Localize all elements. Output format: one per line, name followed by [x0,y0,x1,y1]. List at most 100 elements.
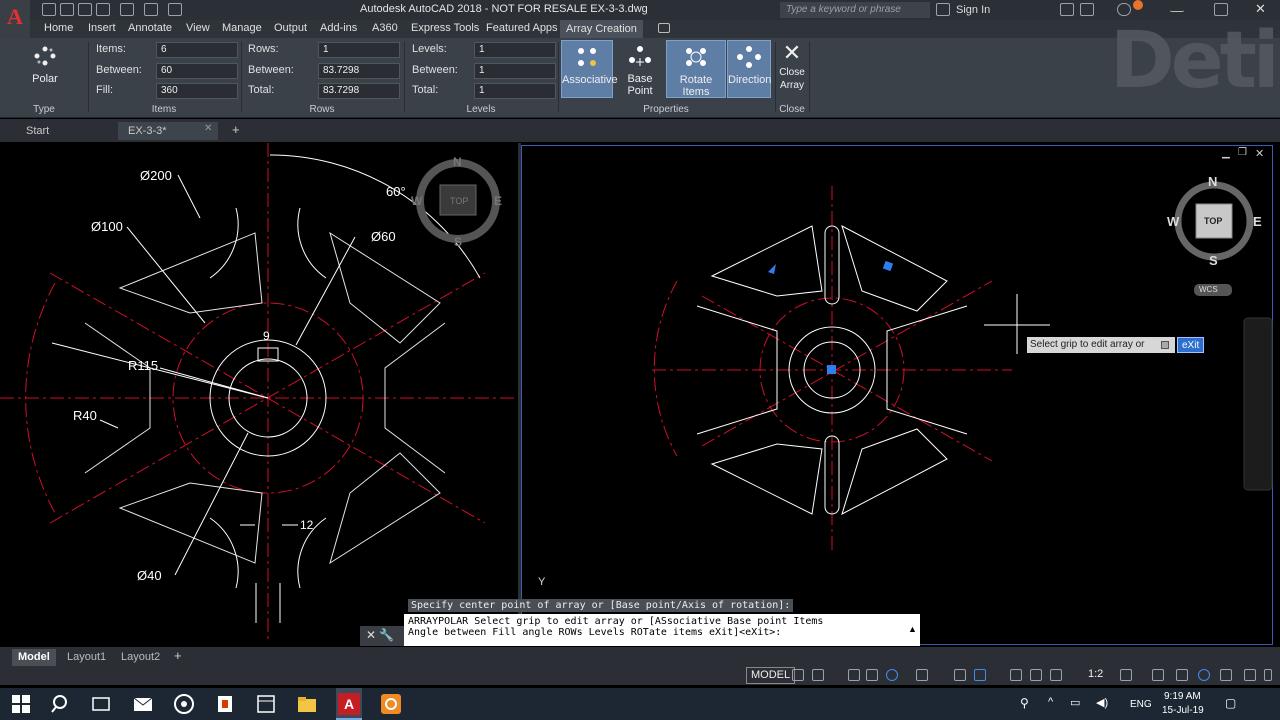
save-icon[interactable] [78,3,92,16]
isodraft-icon[interactable] [916,669,928,681]
left-viewport[interactable]: Ø200 Ø100 Ø60 Ø40 R115 R40 9 12 60° N W … [0,143,518,643]
tab-home[interactable]: Home [44,22,73,34]
right-viewcube-west[interactable]: W [1167,214,1179,229]
associative-button[interactable]: Associative [561,40,618,98]
file-tab-start[interactable]: Start [16,122,59,140]
rotate-items-button[interactable]: Rotate Items [666,40,726,98]
sign-in-button[interactable]: Sign In [956,4,990,16]
exchange-icon[interactable] [1060,3,1074,16]
tooltip-options-icon[interactable] [1161,341,1169,349]
grid-icon[interactable] [792,669,804,681]
isolate-objects-icon[interactable] [1198,669,1210,681]
annotation-scale[interactable]: 1:2 [1088,668,1103,680]
auto-scale-icon[interactable] [1050,669,1062,681]
right-viewport[interactable]: ▁ ❐ ✕ N W E S TOP WCS Y [521,145,1273,645]
navigation-bar[interactable] [1244,318,1272,490]
command-history-arrow-icon[interactable]: ▲ [908,624,917,634]
base-point-button[interactable]: Base Point [615,40,665,98]
items-count-field[interactable]: 6 [156,42,238,58]
items-fill-field[interactable]: 360 [156,83,238,99]
left-viewcube-top[interactable]: TOP [450,196,468,206]
lineweight-icon[interactable] [1010,669,1022,681]
plot-icon[interactable] [120,3,134,16]
file-explorer-icon[interactable] [296,693,318,715]
undo-icon[interactable] [144,3,158,16]
close-command-icon[interactable]: ✕ [366,628,376,642]
left-viewcube-west[interactable]: W [411,194,422,208]
input-language[interactable]: ENG [1130,699,1152,710]
binoculars-icon[interactable] [936,3,950,16]
layout-tab-model[interactable]: Model [12,649,56,666]
save-as-icon[interactable] [96,3,110,16]
units-icon[interactable] [1176,669,1188,681]
layout-tab-layout1[interactable]: Layout1 [61,649,112,666]
annotation-visibility-icon[interactable] [1030,669,1042,681]
recorder-icon[interactable] [380,693,402,715]
new-tab-icon[interactable]: + [232,122,240,137]
clock-date[interactable]: 15-Jul-19 [1162,705,1204,716]
media-player-icon[interactable] [214,693,236,715]
object-snap-tracking-icon[interactable] [954,669,966,681]
right-viewcube-top[interactable]: TOP [1204,216,1222,226]
help-icon[interactable] [1117,3,1131,16]
levels-count-field[interactable]: 1 [474,42,556,58]
snap-icon[interactable] [812,669,824,681]
layout-tab-layout2[interactable]: Layout2 [115,649,166,666]
command-line[interactable]: ARRAYPOLAR Select grip to edit array or … [404,614,920,646]
close-tab-icon[interactable]: ✕ [204,123,212,134]
calendar-app-icon[interactable] [255,693,277,715]
polar-button[interactable]: Polar [24,40,66,98]
tab-add-ins[interactable]: Add-ins [320,22,357,34]
search-input[interactable]: Type a keyword or phrase [780,2,930,18]
command-line-controls[interactable]: ✕ 🔧 [360,626,404,646]
tab-express-tools[interactable]: Express Tools [411,22,479,34]
annotation-monitor-icon[interactable] [1152,669,1164,681]
right-viewcube-east[interactable]: E [1253,214,1262,229]
levels-total-field[interactable]: 1 [474,83,556,99]
exit-option[interactable]: eXit [1177,337,1205,353]
autocad-taskbar-button[interactable]: A [336,688,362,720]
left-viewcube-north[interactable]: N [453,155,462,169]
customize-icon[interactable]: 🔧 [379,628,394,642]
clean-screen-icon[interactable] [1244,669,1256,681]
action-center-icon[interactable]: ▢ [1225,696,1236,710]
tab-insert[interactable]: Insert [88,22,116,34]
rows-panel-label[interactable]: Rows [241,104,403,115]
rows-total-field[interactable]: 83.7298 [318,83,400,99]
close-window-icon[interactable]: ✕ [1255,2,1269,16]
direction-button[interactable]: Direction [727,40,771,98]
search-icon[interactable] [50,693,72,715]
mail-icon[interactable] [132,693,154,715]
windows-start-icon[interactable] [10,693,32,715]
file-tab-ex-3-3[interactable]: EX-3-3* [118,122,218,140]
maximize-icon[interactable] [1214,3,1228,16]
task-view-icon[interactable] [90,693,112,715]
tab-output[interactable]: Output [274,22,307,34]
rows-count-field[interactable]: 1 [318,42,400,58]
minimize-icon[interactable] [1170,3,1184,12]
tab-featured-apps[interactable]: Featured Apps [486,22,558,34]
polar-tracking-icon[interactable] [886,669,898,681]
rows-between-field[interactable]: 83.7298 [318,63,400,79]
new-file-icon[interactable] [42,3,56,16]
obs-icon[interactable] [173,693,195,715]
model-space-button[interactable]: MODEL [746,667,796,684]
tab-view[interactable]: View [186,22,210,34]
tab-manage[interactable]: Manage [222,22,262,34]
wcs-menu[interactable]: WCS [1199,285,1218,294]
volume-icon[interactable]: ◀) [1096,696,1108,709]
close-array-button[interactable]: ✕ Close Array [777,40,807,98]
show-hidden-icons-icon[interactable]: ^ [1048,696,1053,708]
right-viewcube-north[interactable]: N [1208,174,1217,189]
ortho-icon[interactable] [866,669,878,681]
tab-array-creation[interactable]: Array Creation [560,20,643,38]
tab-annotate[interactable]: Annotate [128,22,172,34]
hardware-acceleration-icon[interactable] [1220,669,1232,681]
infer-constraints-icon[interactable] [848,669,860,681]
redo-icon[interactable] [168,3,182,16]
left-viewcube-east[interactable]: E [494,194,502,208]
people-icon[interactable]: ⚲ [1020,696,1029,710]
add-layout-icon[interactable]: + [174,648,182,663]
tab-a360[interactable]: A360 [372,22,398,34]
object-snap-icon[interactable] [974,669,986,681]
